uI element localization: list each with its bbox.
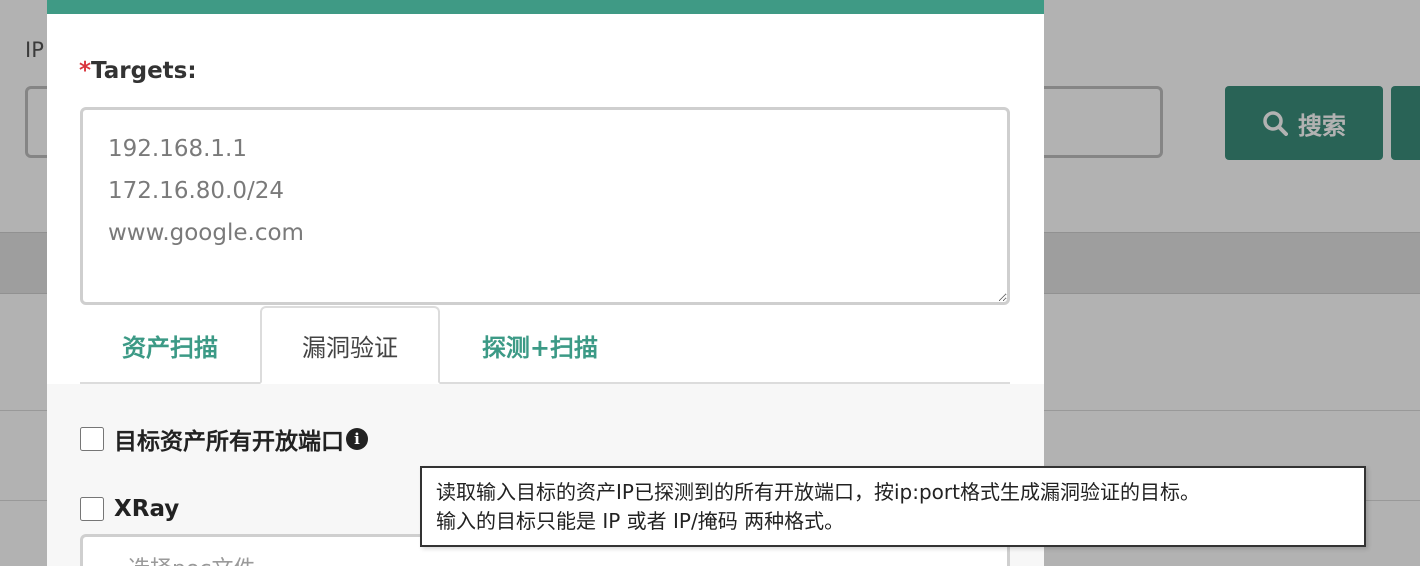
tooltip-line-2: 输入的目标只能是 IP 或者 IP/掩码 两种格式。: [436, 509, 845, 533]
tooltip-line-1: 读取输入目标的资产IP已探测到的所有开放端口，按ip:port格式生成漏洞验证的…: [436, 480, 1200, 504]
tab-vuln-verify[interactable]: 漏洞验证: [260, 306, 440, 384]
xray-label: XRay: [114, 496, 180, 522]
poc-file-placeholder: 选择poc文件: [128, 557, 256, 566]
all-open-ports-checkbox[interactable]: [80, 427, 104, 451]
info-tooltip: 读取输入目标的资产IP已探测到的所有开放端口，按ip:port格式生成漏洞验证的…: [420, 466, 1366, 547]
all-open-ports-label: 目标资产所有开放端口: [114, 429, 344, 455]
info-icon[interactable]: i: [346, 428, 368, 450]
modal-header-bar: [47, 0, 1044, 14]
scan-type-tabs: 资产扫描 漏洞验证 探测+扫描: [80, 306, 1010, 384]
xray-checkbox[interactable]: [80, 497, 104, 521]
targets-label-text: Targets:: [91, 58, 197, 84]
tab-asset-scan[interactable]: 资产扫描: [80, 306, 260, 384]
targets-label: *Targets:: [79, 55, 197, 87]
all-open-ports-option[interactable]: 目标资产所有开放端口 i: [80, 422, 368, 456]
xray-option[interactable]: XRay: [80, 496, 179, 522]
tab-detect-scan[interactable]: 探测+扫描: [440, 306, 640, 384]
required-mark: *: [79, 58, 92, 84]
targets-textarea[interactable]: [80, 107, 1010, 305]
